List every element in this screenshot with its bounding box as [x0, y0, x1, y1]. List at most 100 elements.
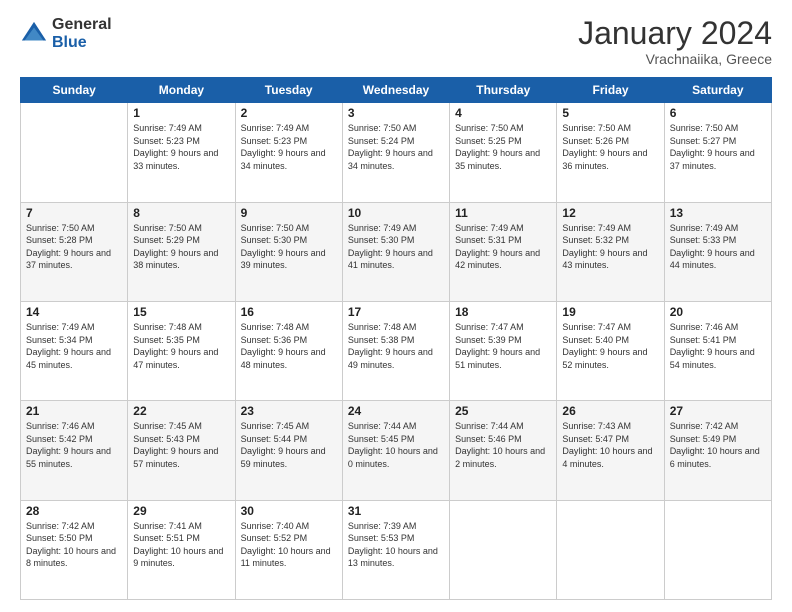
cell-info: Sunrise: 7:45 AMSunset: 5:43 PMDaylight:… [133, 420, 229, 470]
cell-info: Sunrise: 7:49 AMSunset: 5:23 PMDaylight:… [133, 122, 229, 172]
cell-info: Sunrise: 7:49 AMSunset: 5:31 PMDaylight:… [455, 222, 551, 272]
day-number: 9 [241, 206, 337, 220]
header: General Blue January 2024 Vrachnaiika, G… [20, 16, 772, 67]
calendar-cell: 24Sunrise: 7:44 AMSunset: 5:45 PMDayligh… [342, 401, 449, 500]
day-number: 13 [670, 206, 766, 220]
cell-info: Sunrise: 7:42 AMSunset: 5:50 PMDaylight:… [26, 520, 122, 570]
day-number: 24 [348, 404, 444, 418]
day-number: 10 [348, 206, 444, 220]
day-number: 30 [241, 504, 337, 518]
calendar-cell: 11 Sunrise: 7:49 AMSunset: 5:31 PMDayligh… [450, 202, 557, 301]
cell-info: Sunrise: 7:49 AMSunset: 5:34 PMDaylight:… [26, 321, 122, 371]
day-number: 28 [26, 504, 122, 518]
col-header-monday: Monday [128, 78, 235, 103]
logo-blue: Blue [52, 34, 112, 52]
logo-general: General [52, 16, 112, 34]
cell-info: Sunrise: 7:50 AMSunset: 5:24 PMDaylight:… [348, 122, 444, 172]
calendar-cell: 19 Sunrise: 7:47 AMSunset: 5:40 PMDayligh… [557, 301, 664, 400]
day-number: 1 [133, 106, 229, 120]
cell-info: Sunrise: 7:50 AMSunset: 5:26 PMDaylight:… [562, 122, 658, 172]
col-header-thursday: Thursday [450, 78, 557, 103]
day-number: 12 [562, 206, 658, 220]
day-number: 16 [241, 305, 337, 319]
cell-info: Sunrise: 7:41 AMSunset: 5:51 PMDaylight:… [133, 520, 229, 570]
calendar-cell: 22 Sunrise: 7:45 AMSunset: 5:43 PMDayligh… [128, 401, 235, 500]
cell-info: Sunrise: 7:40 AMSunset: 5:52 PMDaylight:… [241, 520, 337, 570]
week-row-4: 21Sunrise: 7:46 AMSunset: 5:42 PMDayligh… [21, 401, 772, 500]
cell-info: Sunrise: 7:50 AMSunset: 5:28 PMDaylight:… [26, 222, 122, 272]
day-number: 5 [562, 106, 658, 120]
title-block: January 2024 Vrachnaiika, Greece [578, 16, 772, 67]
calendar-cell: 20Sunrise: 7:46 AMSunset: 5:41 PMDayligh… [664, 301, 771, 400]
calendar-cell: 2Sunrise: 7:49 AMSunset: 5:23 PMDaylight… [235, 103, 342, 202]
month-year: January 2024 [578, 16, 772, 51]
week-row-3: 14 Sunrise: 7:49 AMSunset: 5:34 PMDayligh… [21, 301, 772, 400]
day-number: 14 [26, 305, 122, 319]
calendar-cell: 7 Sunrise: 7:50 AMSunset: 5:28 PMDaylight… [21, 202, 128, 301]
day-number: 27 [670, 404, 766, 418]
day-number: 4 [455, 106, 551, 120]
week-row-1: 1 Sunrise: 7:49 AMSunset: 5:23 PMDaylight… [21, 103, 772, 202]
day-number: 31 [348, 504, 444, 518]
day-number: 26 [562, 404, 658, 418]
cell-info: Sunrise: 7:47 AMSunset: 5:40 PMDaylight:… [562, 321, 658, 371]
calendar-cell: 1 Sunrise: 7:49 AMSunset: 5:23 PMDaylight… [128, 103, 235, 202]
day-number: 8 [133, 206, 229, 220]
calendar-cell: 15 Sunrise: 7:48 AMSunset: 5:35 PMDayligh… [128, 301, 235, 400]
calendar-cell [450, 500, 557, 599]
col-header-saturday: Saturday [664, 78, 771, 103]
calendar-cell: 6 Sunrise: 7:50 AMSunset: 5:27 PMDaylight… [664, 103, 771, 202]
day-number: 6 [670, 106, 766, 120]
logo-icon [20, 20, 48, 48]
calendar-cell: 30 Sunrise: 7:40 AMSunset: 5:52 PMDayligh… [235, 500, 342, 599]
cell-info: Sunrise: 7:46 AMSunset: 5:41 PMDaylight:… [670, 321, 766, 371]
location: Vrachnaiika, Greece [578, 51, 772, 67]
cell-info: Sunrise: 7:50 AMSunset: 5:25 PMDaylight:… [455, 122, 551, 172]
cell-info: Sunrise: 7:43 AMSunset: 5:47 PMDaylight:… [562, 420, 658, 470]
cell-info: Sunrise: 7:48 AMSunset: 5:36 PMDaylight:… [241, 321, 337, 371]
day-number: 2 [241, 106, 337, 120]
calendar-cell: 26 Sunrise: 7:43 AMSunset: 5:47 PMDayligh… [557, 401, 664, 500]
cell-info: Sunrise: 7:48 AMSunset: 5:35 PMDaylight:… [133, 321, 229, 371]
col-header-friday: Friday [557, 78, 664, 103]
calendar-cell: 4 Sunrise: 7:50 AMSunset: 5:25 PMDaylight… [450, 103, 557, 202]
calendar-cell: 14 Sunrise: 7:49 AMSunset: 5:34 PMDayligh… [21, 301, 128, 400]
cell-info: Sunrise: 7:39 AMSunset: 5:53 PMDaylight:… [348, 520, 444, 570]
cell-info: Sunrise: 7:49 AMSunset: 5:32 PMDaylight:… [562, 222, 658, 272]
cell-info: Sunrise: 7:50 AMSunset: 5:30 PMDaylight:… [241, 222, 337, 272]
calendar-cell: 27 Sunrise: 7:42 AMSunset: 5:49 PMDayligh… [664, 401, 771, 500]
week-row-2: 7 Sunrise: 7:50 AMSunset: 5:28 PMDaylight… [21, 202, 772, 301]
day-number: 7 [26, 206, 122, 220]
day-number: 19 [562, 305, 658, 319]
day-number: 18 [455, 305, 551, 319]
week-row-5: 28 Sunrise: 7:42 AMSunset: 5:50 PMDayligh… [21, 500, 772, 599]
calendar-cell: 29 Sunrise: 7:41 AMSunset: 5:51 PMDayligh… [128, 500, 235, 599]
calendar-cell [21, 103, 128, 202]
day-number: 11 [455, 206, 551, 220]
day-number: 29 [133, 504, 229, 518]
calendar-cell: 17Sunrise: 7:48 AMSunset: 5:38 PMDayligh… [342, 301, 449, 400]
cell-info: Sunrise: 7:44 AMSunset: 5:46 PMDaylight:… [455, 420, 551, 470]
cell-info: Sunrise: 7:48 AMSunset: 5:38 PMDaylight:… [348, 321, 444, 371]
day-number: 15 [133, 305, 229, 319]
cell-info: Sunrise: 7:42 AMSunset: 5:49 PMDaylight:… [670, 420, 766, 470]
calendar-cell: 25Sunrise: 7:44 AMSunset: 5:46 PMDayligh… [450, 401, 557, 500]
calendar-cell: 3Sunrise: 7:50 AMSunset: 5:24 PMDaylight… [342, 103, 449, 202]
calendar-cell: 9 Sunrise: 7:50 AMSunset: 5:30 PMDaylight… [235, 202, 342, 301]
cell-info: Sunrise: 7:50 AMSunset: 5:29 PMDaylight:… [133, 222, 229, 272]
calendar-cell: 5 Sunrise: 7:50 AMSunset: 5:26 PMDaylight… [557, 103, 664, 202]
day-number: 21 [26, 404, 122, 418]
calendar-cell: 13Sunrise: 7:49 AMSunset: 5:33 PMDayligh… [664, 202, 771, 301]
calendar-cell [557, 500, 664, 599]
col-header-tuesday: Tuesday [235, 78, 342, 103]
cell-info: Sunrise: 7:50 AMSunset: 5:27 PMDaylight:… [670, 122, 766, 172]
col-header-wednesday: Wednesday [342, 78, 449, 103]
logo: General Blue [20, 16, 112, 51]
calendar-cell: 8 Sunrise: 7:50 AMSunset: 5:29 PMDaylight… [128, 202, 235, 301]
cell-info: Sunrise: 7:45 AMSunset: 5:44 PMDaylight:… [241, 420, 337, 470]
day-number: 22 [133, 404, 229, 418]
calendar-cell: 18Sunrise: 7:47 AMSunset: 5:39 PMDayligh… [450, 301, 557, 400]
calendar-cell: 16 Sunrise: 7:48 AMSunset: 5:36 PMDayligh… [235, 301, 342, 400]
calendar-cell: 21Sunrise: 7:46 AMSunset: 5:42 PMDayligh… [21, 401, 128, 500]
calendar-cell: 31 Sunrise: 7:39 AMSunset: 5:53 PMDayligh… [342, 500, 449, 599]
